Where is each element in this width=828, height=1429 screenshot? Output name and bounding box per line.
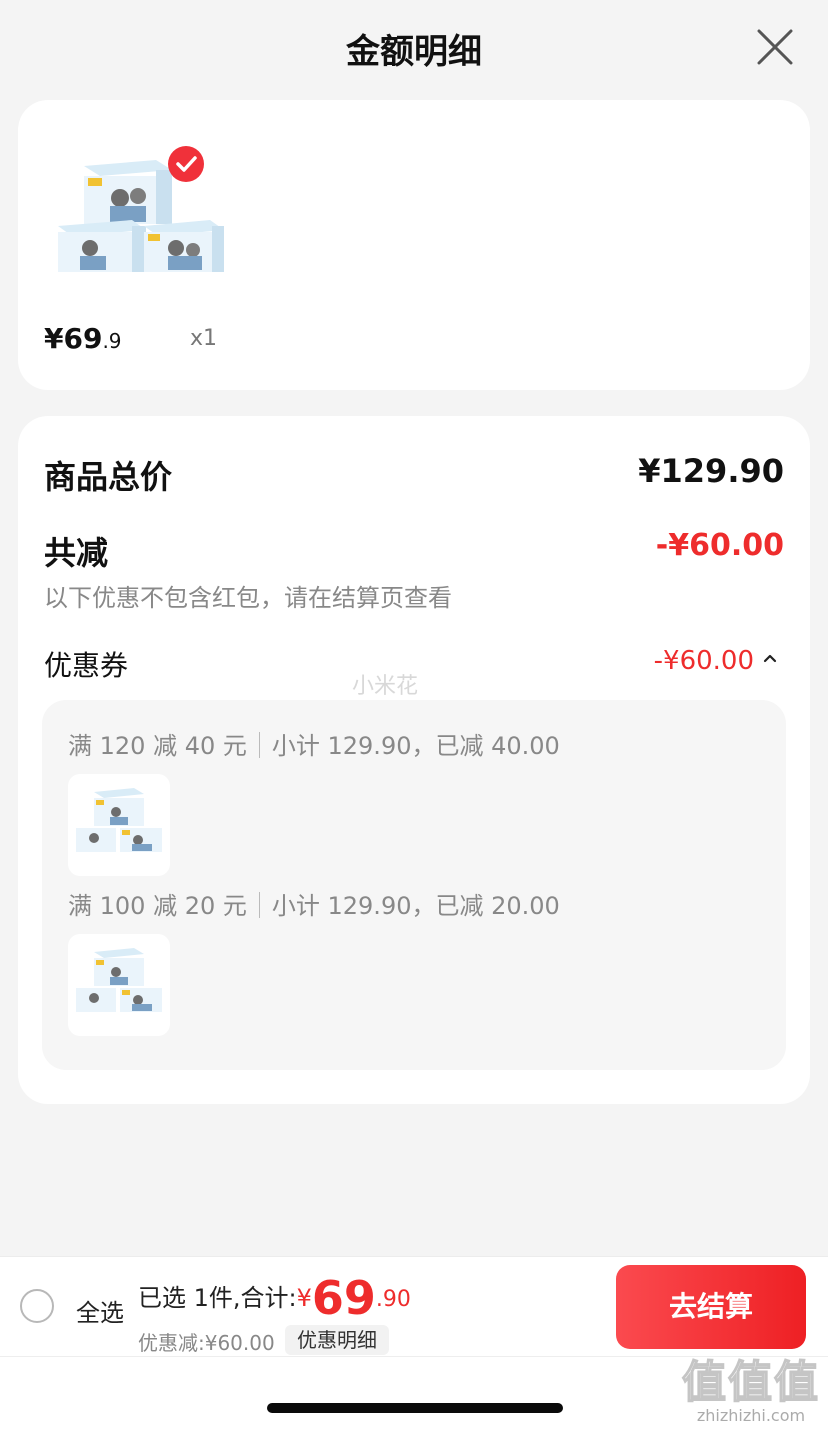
home-indicator[interactable] [267, 1403, 563, 1413]
coupon-rule-line: 满 120 减 40 元小计 129.90，已减 40.00 [68, 726, 560, 761]
coupon-rule: 满 100 减 20 元 [68, 892, 247, 920]
select-all-label[interactable]: 全选 [76, 1293, 124, 1328]
product-price-main: ¥69 [44, 322, 103, 355]
selected-total-line: 已选 1件,合计:¥69.90 [138, 1271, 411, 1325]
discount-amount: 优惠减:¥60.00 [138, 1331, 275, 1355]
coupon-value: -¥60.00 [653, 646, 754, 676]
total-price-value: ¥129.90 [638, 452, 784, 490]
coupon-subtotal: 小计 129.90，已减 20.00 [271, 892, 560, 920]
header: 金额明细 [0, 0, 828, 96]
milk-box-thumbnail-illustration [76, 788, 162, 852]
close-icon [757, 29, 793, 65]
checkout-bar: 全选 已选 1件,合计:¥69.90 优惠减:¥60.00 优惠明细 去结算 [0, 1256, 828, 1356]
amount-summary-card: 商品总价 ¥129.90 共减 -¥60.00 以下优惠不包含红包，请在结算页查… [18, 416, 810, 1104]
coupon-product-thumbnail[interactable] [68, 774, 170, 876]
selected-count-text: 已选 1件,合计: [138, 1284, 297, 1312]
coupon-subtotal: 小计 129.90，已减 40.00 [271, 732, 560, 760]
selected-check-badge[interactable] [168, 146, 204, 182]
product-quantity: x1 [190, 326, 218, 351]
discount-detail-button[interactable]: 优惠明细 [285, 1325, 389, 1355]
currency-symbol: ¥ [296, 1284, 312, 1312]
total-reduce-value: -¥60.00 [655, 528, 784, 563]
coupon-rule: 满 120 减 40 元 [68, 732, 247, 760]
select-all-radio[interactable] [20, 1289, 54, 1323]
close-button[interactable] [756, 28, 794, 66]
chevron-up-icon [763, 654, 777, 663]
product-card: ¥69.9 x1 [18, 100, 810, 390]
coupon-detail-box: 满 120 减 40 元小计 129.90，已减 40.00 满 100 减 2… [42, 700, 786, 1070]
total-amount-main: 69 [311, 1271, 376, 1325]
brand-watermark-logo: 值值值 [681, 1356, 820, 1409]
product-price: ¥69.9 [44, 322, 122, 355]
watermark-text: 小米花 [352, 674, 419, 699]
milk-box-thumbnail-illustration [76, 948, 162, 1012]
coupon-collapse-toggle[interactable] [760, 648, 780, 668]
checkout-button[interactable]: 去结算 [616, 1265, 806, 1349]
divider [258, 892, 260, 918]
coupon-label: 优惠券 [44, 649, 129, 682]
coupon-rule-line: 满 100 减 20 元小计 129.90，已减 20.00 [68, 886, 560, 921]
product-price-cents: .9 [102, 329, 122, 353]
total-price-label: 商品总价 [44, 458, 173, 496]
brand-watermark-url: zhizhizhi.com [696, 1406, 806, 1425]
divider [258, 732, 260, 758]
reduce-note: 以下优惠不包含红包，请在结算页查看 [44, 584, 452, 612]
total-amount-cents: .90 [375, 1287, 411, 1312]
brand-watermark: 值值值 zhizhizhi.com [681, 1346, 820, 1425]
total-reduce-label: 共减 [44, 534, 109, 572]
coupon-product-thumbnail[interactable] [68, 934, 170, 1036]
check-icon [176, 156, 197, 172]
page-title: 金额明细 [346, 32, 482, 72]
